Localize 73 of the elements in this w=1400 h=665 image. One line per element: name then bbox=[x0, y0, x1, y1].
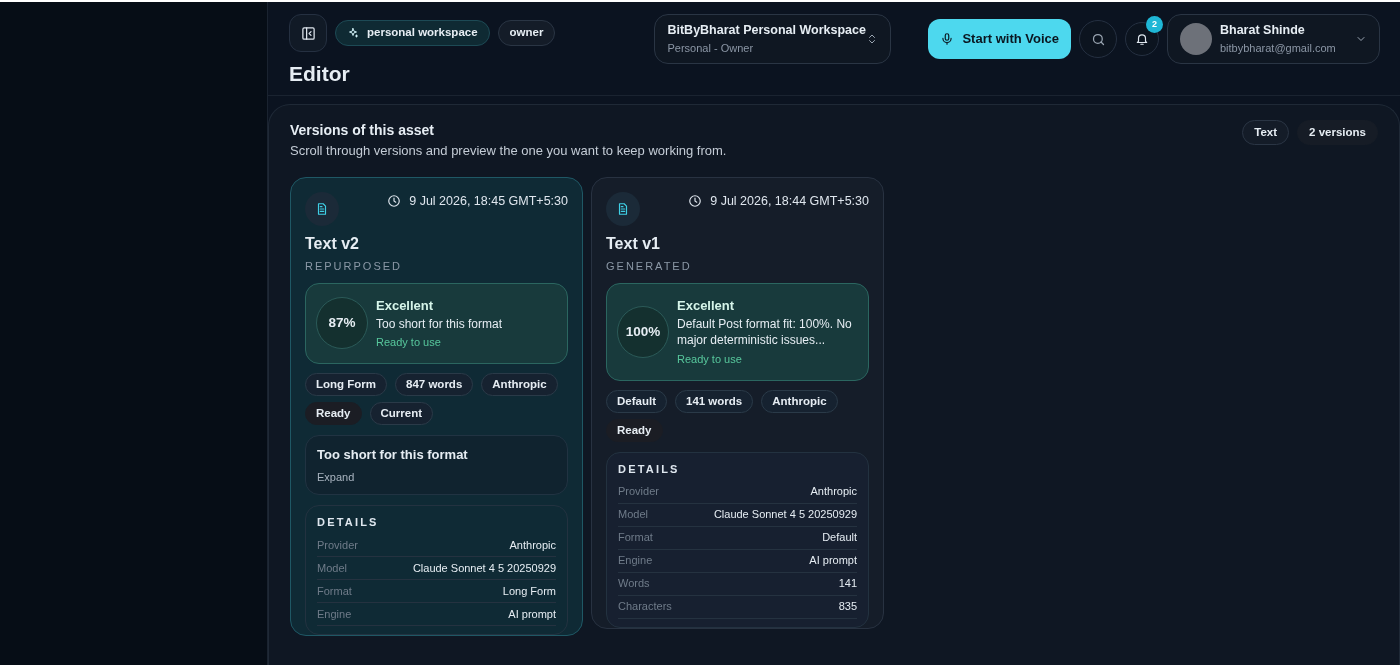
details-heading: DETAILS bbox=[618, 462, 681, 478]
detail-label: Engine bbox=[317, 606, 352, 622]
detail-label: Model bbox=[618, 507, 648, 523]
detail-value: AI prompt bbox=[508, 606, 556, 622]
user-menu[interactable]: Bharat Shinde bitbybharat@gmail.com bbox=[1167, 14, 1380, 64]
workspace-switcher[interactable]: BitByBharat Personal Workspace Personal - Owner bbox=[654, 14, 892, 64]
tag: 141 words bbox=[675, 389, 754, 413]
score-ring: 87% bbox=[316, 297, 368, 350]
score-label: Excellent bbox=[376, 297, 435, 315]
detail-label: Model bbox=[317, 560, 347, 576]
detail-label: Format bbox=[317, 583, 352, 599]
detail-label: Provider bbox=[317, 537, 358, 553]
version-card[interactable] bbox=[591, 176, 884, 629]
tag: 847 words bbox=[395, 372, 474, 397]
detail-value: Claude Sonnet 4 5 20250929 bbox=[412, 560, 556, 576]
note-title: Too short for this format bbox=[317, 446, 469, 465]
search-icon bbox=[1090, 31, 1106, 47]
sidebar-toggle-button[interactable] bbox=[289, 14, 327, 52]
search-button[interactable] bbox=[1079, 20, 1117, 58]
timestamp: 9 Jul 2026, 18:44 GMT+5:30 bbox=[710, 192, 869, 210]
version-origin: GENERATED bbox=[606, 258, 693, 274]
score-status: Ready to use bbox=[376, 335, 442, 351]
tag: Anthropic bbox=[761, 389, 838, 413]
score-ring: 100% bbox=[617, 305, 669, 358]
document-icon bbox=[616, 201, 630, 216]
notification-badge: 2 bbox=[1146, 16, 1163, 33]
version-title: Text v2 bbox=[305, 233, 360, 254]
clock-icon bbox=[387, 193, 402, 208]
detail-label: Words bbox=[618, 576, 650, 592]
bell-icon bbox=[1135, 32, 1149, 46]
avatar-placeholder bbox=[1180, 23, 1212, 55]
page-title: Editor bbox=[289, 61, 351, 87]
detail-label: Provider bbox=[618, 484, 659, 500]
info-chip: 2 versions bbox=[1297, 120, 1378, 146]
voice-button[interactable]: Start with Voice bbox=[928, 19, 1071, 59]
expand-link[interactable]: Expand bbox=[317, 468, 556, 486]
detail-value: Claude Sonnet 4 5 20250929 bbox=[713, 507, 857, 523]
details-heading: DETAILS bbox=[317, 515, 380, 531]
panel-title: Versions of this asset bbox=[290, 121, 435, 140]
panel-subtitle: Scroll through versions and preview the one you want to keep working from. bbox=[290, 142, 727, 160]
tag: Default bbox=[606, 389, 667, 413]
detail-label: Format bbox=[618, 530, 653, 546]
timestamp: 9 Jul 2026, 18:45 GMT+5:30 bbox=[409, 192, 568, 210]
microphone-icon bbox=[940, 32, 955, 46]
tag: Ready bbox=[305, 402, 362, 426]
detail-value: Long Form bbox=[502, 583, 556, 599]
version-card[interactable] bbox=[290, 176, 583, 636]
version-origin: REPURPOSED bbox=[305, 258, 404, 274]
tag: Long Form bbox=[305, 372, 388, 397]
detail-label: Characters bbox=[618, 599, 672, 615]
score-label: Excellent bbox=[677, 297, 736, 315]
version-title: Text v1 bbox=[606, 233, 661, 254]
score-status: Ready to use bbox=[677, 352, 743, 368]
tag: Ready bbox=[606, 418, 663, 443]
document-icon bbox=[315, 201, 329, 216]
notifications-button[interactable] bbox=[1125, 22, 1159, 56]
score-message: Default Post format fit: 100%. No major deterministic issues... bbox=[677, 315, 853, 350]
score-message: Too short for this format bbox=[376, 315, 503, 333]
detail-value: Default bbox=[822, 530, 857, 546]
tag: Current bbox=[369, 402, 434, 426]
detail-value: AI prompt bbox=[809, 553, 857, 569]
tag: Anthropic bbox=[481, 372, 558, 397]
sparkle-icon bbox=[347, 27, 359, 39]
detail-value: 835 bbox=[838, 599, 857, 615]
role-chip: owner bbox=[497, 20, 556, 46]
detail-label: Engine bbox=[618, 553, 653, 569]
clock-icon bbox=[688, 193, 703, 208]
workspace-chip-label: personal workspace bbox=[367, 25, 478, 41]
info-chip: Text bbox=[1242, 120, 1290, 146]
detail-value: 141 bbox=[838, 576, 857, 592]
sidebar-toggle-icon bbox=[300, 25, 316, 41]
detail-value: Anthropic bbox=[509, 537, 556, 553]
detail-value: Anthropic bbox=[810, 484, 857, 500]
